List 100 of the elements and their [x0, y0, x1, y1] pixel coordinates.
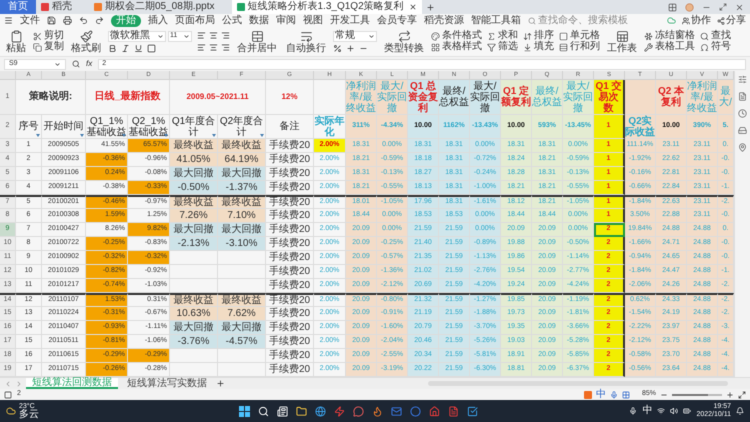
zoom-in-icon[interactable]	[726, 390, 734, 398]
people-icon	[682, 16, 690, 24]
sogou-logo-icon[interactable]	[584, 390, 592, 398]
toolbar-button[interactable]: 符号	[700, 42, 731, 52]
ribbon-tab[interactable]: 会员专享	[377, 16, 417, 26]
fullscreen-icon[interactable]	[738, 390, 746, 398]
globe-icon[interactable]	[315, 406, 326, 416]
toolbar-button[interactable]: 自动换行	[284, 30, 328, 54]
bold-icon[interactable]	[108, 44, 117, 52]
table-cell: 手续费20	[266, 335, 314, 349]
checkbox-icon[interactable]	[467, 406, 478, 416]
toolbar-button[interactable]: 填充	[523, 42, 554, 52]
windows-logo-icon[interactable]	[239, 406, 250, 416]
underline-icon[interactable]	[134, 44, 143, 52]
pin-icon[interactable]	[738, 143, 747, 152]
toolbar-button[interactable]: 条件格式	[431, 31, 482, 41]
zoom-icon[interactable]	[72, 60, 80, 68]
toolbar-button[interactable]: 求和	[487, 31, 518, 41]
add-sheet-icon[interactable]	[216, 379, 225, 388]
ribbon-tab[interactable]: 稻壳资源	[424, 16, 464, 26]
toolbar-button[interactable]: 剪切	[33, 31, 64, 41]
table-cell: 最终收益	[218, 139, 266, 153]
battery-icon[interactable]	[683, 407, 692, 415]
italic-icon[interactable]	[121, 44, 130, 52]
volume-icon[interactable]	[670, 407, 678, 415]
toolbar-button[interactable]: 查找	[700, 31, 731, 41]
align-middle-icon[interactable]	[209, 31, 218, 40]
grid-icon[interactable]	[622, 390, 630, 398]
weather-icon[interactable]	[6, 406, 16, 416]
number-format-select[interactable]: 常规	[333, 30, 377, 42]
ribbon-tab[interactable]: 公式	[222, 16, 242, 26]
bolt-icon[interactable]	[334, 406, 345, 416]
close-icon[interactable]	[408, 3, 416, 11]
save-icon[interactable]	[47, 16, 56, 25]
input-mode[interactable]: 中	[596, 390, 606, 400]
ribbon-tab[interactable]: 智能工具箱	[471, 16, 521, 26]
flame-icon[interactable]	[372, 406, 383, 416]
cloud-icon[interactable]	[667, 16, 676, 25]
increase-decimal-icon[interactable]	[346, 44, 355, 52]
font-select[interactable]: 微软雅黑	[108, 30, 166, 42]
folder-icon[interactable]	[296, 406, 307, 416]
toolbar-button[interactable]: 排序	[523, 31, 554, 41]
newspaper-icon[interactable]	[277, 406, 288, 416]
toolbar-button[interactable]: 格式刷	[69, 30, 103, 54]
share-icon	[717, 16, 725, 24]
input-mode[interactable]: 中	[642, 406, 652, 416]
filter-arrow-icon[interactable]	[122, 134, 126, 137]
close-icon[interactable]	[735, 2, 744, 12]
notification-icon[interactable]	[736, 407, 744, 415]
ribbon-tab[interactable]: 数据	[249, 16, 269, 26]
clock-icon[interactable]	[738, 109, 747, 118]
toolbar-button[interactable]: 合并居中	[235, 30, 279, 54]
ribbon-tab[interactable]: 开发工具	[330, 16, 370, 26]
toolbar-button[interactable]: 单元格	[559, 31, 600, 41]
home-tab[interactable]: 首页	[0, 0, 36, 14]
new-tab-icon[interactable]	[426, 2, 434, 12]
border-icon[interactable]	[147, 44, 156, 52]
redo-icon[interactable]	[95, 16, 104, 25]
align-bottom-icon[interactable]	[221, 31, 230, 40]
function-label[interactable]: fx	[86, 58, 92, 70]
header-action-button[interactable]: 分享	[717, 16, 746, 26]
toolbar-button[interactable]: 复制	[33, 42, 64, 52]
toolbar-button[interactable]: 冻结窗格	[644, 31, 695, 41]
circle-icon[interactable]	[410, 406, 421, 416]
document-icon[interactable]	[738, 92, 747, 101]
toolbar-button[interactable]: 粘贴	[4, 30, 28, 54]
ribbon-tab[interactable]: 视图	[303, 16, 323, 26]
file-menu[interactable]: 文件	[20, 16, 40, 26]
align-right-icon[interactable]	[221, 43, 230, 52]
ribbon-tab[interactable]: 审阅	[276, 16, 296, 26]
drive-icon[interactable]	[738, 126, 747, 135]
align-center-icon[interactable]	[209, 43, 218, 52]
percent-icon[interactable]	[333, 44, 342, 52]
print-icon[interactable]	[63, 16, 72, 25]
menu-icon[interactable]	[4, 16, 13, 25]
house-icon[interactable]	[429, 406, 440, 416]
wifi-icon[interactable]	[657, 407, 666, 415]
ribbon-tab[interactable]: 插入	[148, 16, 168, 26]
toolbar-button[interactable]: 表格工具	[644, 42, 695, 52]
toolbar-button[interactable]: 类型转换	[382, 30, 426, 54]
search-icon[interactable]	[258, 406, 269, 416]
sheet-tab[interactable]: 短线算法写实数据	[121, 378, 213, 389]
toolbar-button[interactable]: 表格样式	[431, 42, 482, 52]
restore-icon[interactable]	[719, 3, 727, 11]
document-tab[interactable]: 短线策略分析表1.3_Q1Q2策略复利	[232, 0, 422, 14]
toolbar-button[interactable]: 筛选	[487, 42, 518, 52]
chat-bubble-icon[interactable]	[353, 406, 364, 416]
ribbon-tab[interactable]: 页面布局	[175, 16, 215, 26]
microphone-icon[interactable]	[629, 407, 638, 415]
document-icon[interactable]	[448, 406, 459, 416]
filter-arrow-icon[interactable]	[164, 134, 168, 137]
header-action-button[interactable]: 协作	[682, 16, 711, 26]
mail-icon[interactable]	[391, 406, 402, 416]
align-top-icon[interactable]	[197, 31, 206, 40]
align-left-icon[interactable]	[197, 43, 206, 52]
toolbar-button[interactable]: 行和列	[559, 42, 600, 52]
layout-icon[interactable]	[668, 2, 677, 12]
toolbar-button[interactable]: 工作表	[605, 30, 639, 54]
sliders-icon[interactable]	[738, 75, 747, 84]
undo-icon[interactable]	[79, 16, 88, 25]
